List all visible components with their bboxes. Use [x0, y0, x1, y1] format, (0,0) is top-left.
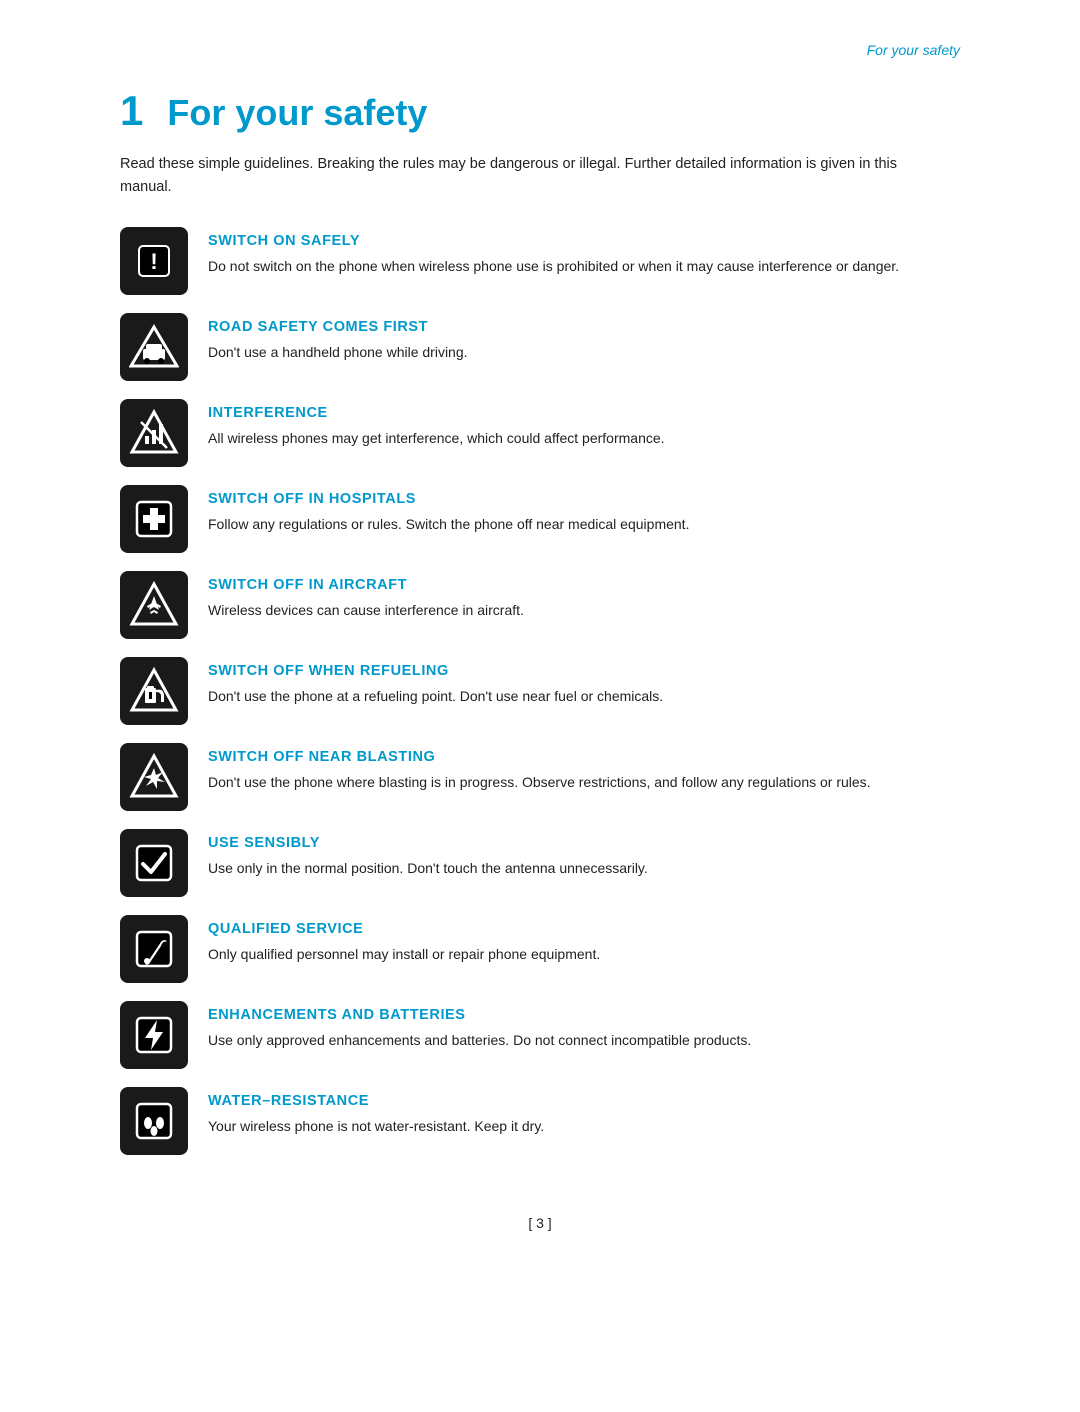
road-safety-desc: Don't use a handheld phone while driving… — [208, 342, 468, 363]
interference-title: INTERFERENCE — [208, 403, 665, 425]
use-sensibly-icon — [120, 829, 188, 897]
qualified-service-content: QUALIFIED SERVICE Only qualified personn… — [208, 915, 600, 965]
chapter-title: 1 For your safety — [120, 90, 960, 133]
aircraft-desc: Wireless devices can cause interference … — [208, 600, 524, 621]
enhancements-content: ENHANCEMENTS AND BATTERIES Use only appr… — [208, 1001, 751, 1051]
enhancements-desc: Use only approved enhancements and batte… — [208, 1030, 751, 1051]
hospitals-title: SWITCH OFF IN HOSPITALS — [208, 489, 689, 511]
water-resistance-title: WATER–RESISTANCE — [208, 1091, 544, 1113]
use-sensibly-content: USE SENSIBLY Use only in the normal posi… — [208, 829, 648, 879]
road-safety-title: ROAD SAFETY COMES FIRST — [208, 317, 468, 339]
list-item: SWITCH OFF IN AIRCRAFT Wireless devices … — [120, 571, 960, 639]
interference-icon — [120, 399, 188, 467]
blasting-icon — [120, 743, 188, 811]
chapter-number: 1 — [120, 90, 143, 132]
refueling-desc: Don't use the phone at a refueling point… — [208, 686, 663, 707]
water-resistance-desc: Your wireless phone is not water-resista… — [208, 1116, 544, 1137]
qualified-service-icon — [120, 915, 188, 983]
water-resistance-content: WATER–RESISTANCE Your wireless phone is … — [208, 1087, 544, 1137]
interference-content: INTERFERENCE All wireless phones may get… — [208, 399, 665, 449]
blasting-content: SWITCH OFF NEAR BLASTING Don't use the p… — [208, 743, 871, 793]
list-item: USE SENSIBLY Use only in the normal posi… — [120, 829, 960, 897]
refueling-icon — [120, 657, 188, 725]
interference-desc: All wireless phones may get interference… — [208, 428, 665, 449]
list-item: ! SWITCH ON SAFELY Do not switch on the … — [120, 227, 960, 295]
switch-on-safely-icon: ! — [120, 227, 188, 295]
list-item: WATER–RESISTANCE Your wireless phone is … — [120, 1087, 960, 1155]
list-item: SWITCH OFF NEAR BLASTING Don't use the p… — [120, 743, 960, 811]
enhancements-icon — [120, 1001, 188, 1069]
hospitals-icon — [120, 485, 188, 553]
switch-on-safely-content: SWITCH ON SAFELY Do not switch on the ph… — [208, 227, 899, 277]
aircraft-content: SWITCH OFF IN AIRCRAFT Wireless devices … — [208, 571, 524, 621]
refueling-title: SWITCH OFF WHEN REFUELING — [208, 661, 663, 683]
chapter-name: For your safety — [167, 93, 427, 133]
page-number: [ 3 ] — [120, 1213, 960, 1234]
qualified-service-title: QUALIFIED SERVICE — [208, 919, 600, 941]
safety-items-list: ! SWITCH ON SAFELY Do not switch on the … — [120, 227, 960, 1173]
use-sensibly-title: USE SENSIBLY — [208, 833, 648, 855]
qualified-service-desc: Only qualified personnel may install or … — [208, 944, 600, 965]
list-item: ENHANCEMENTS AND BATTERIES Use only appr… — [120, 1001, 960, 1069]
svg-text:!: ! — [150, 249, 157, 274]
blasting-desc: Don't use the phone where blasting is in… — [208, 772, 871, 793]
use-sensibly-desc: Use only in the normal position. Don't t… — [208, 858, 648, 879]
list-item: SWITCH OFF WHEN REFUELING Don't use the … — [120, 657, 960, 725]
hospitals-content: SWITCH OFF IN HOSPITALS Follow any regul… — [208, 485, 689, 535]
water-resistance-icon — [120, 1087, 188, 1155]
header-label: For your safety — [867, 40, 960, 61]
list-item: ROAD SAFETY COMES FIRST Don't use a hand… — [120, 313, 960, 381]
road-safety-icon — [120, 313, 188, 381]
list-item: INTERFERENCE All wireless phones may get… — [120, 399, 960, 467]
road-safety-content: ROAD SAFETY COMES FIRST Don't use a hand… — [208, 313, 468, 363]
blasting-title: SWITCH OFF NEAR BLASTING — [208, 747, 871, 769]
refueling-content: SWITCH OFF WHEN REFUELING Don't use the … — [208, 657, 663, 707]
intro-text: Read these simple guidelines. Breaking t… — [120, 153, 940, 199]
hospitals-desc: Follow any regulations or rules. Switch … — [208, 514, 689, 535]
enhancements-title: ENHANCEMENTS AND BATTERIES — [208, 1005, 751, 1027]
switch-on-safely-title: SWITCH ON SAFELY — [208, 231, 899, 253]
switch-on-safely-desc: Do not switch on the phone when wireless… — [208, 256, 899, 277]
list-item: QUALIFIED SERVICE Only qualified personn… — [120, 915, 960, 983]
list-item: SWITCH OFF IN HOSPITALS Follow any regul… — [120, 485, 960, 553]
aircraft-icon — [120, 571, 188, 639]
aircraft-title: SWITCH OFF IN AIRCRAFT — [208, 575, 524, 597]
